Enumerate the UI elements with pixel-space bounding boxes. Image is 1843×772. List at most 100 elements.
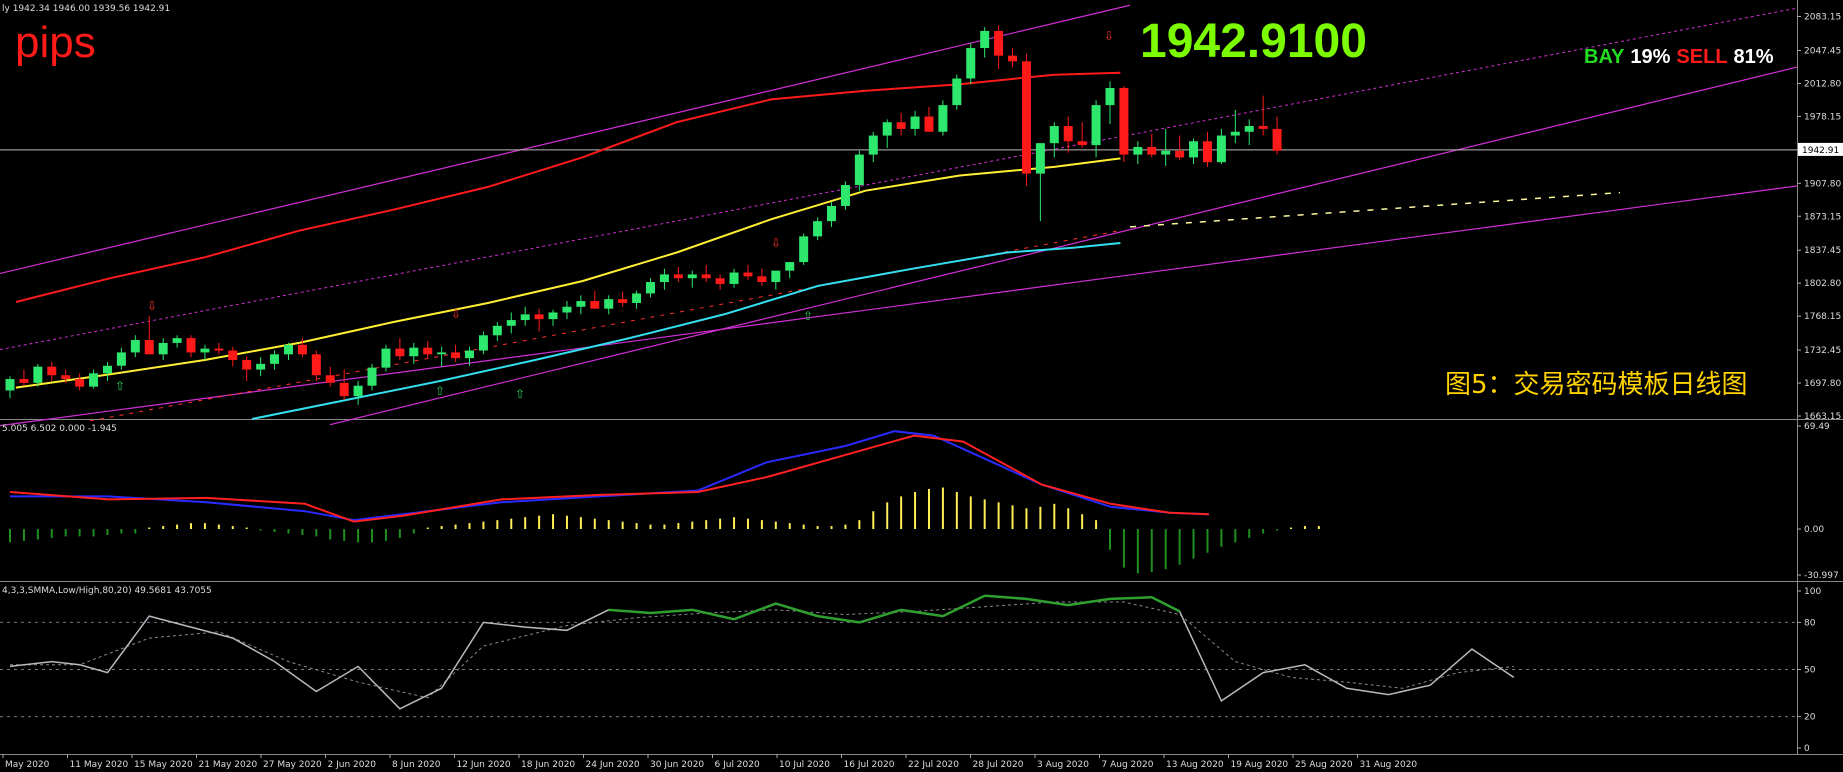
ema-cyan-line bbox=[251, 242, 1121, 420]
candle-body bbox=[632, 293, 642, 303]
stoch-signal-line bbox=[10, 601, 1514, 699]
candle-body bbox=[1272, 128, 1282, 151]
current-price-display: 1942.9100 bbox=[1140, 15, 1367, 68]
time-tick-label: 7 Aug 2020 bbox=[1102, 760, 1154, 770]
stoch-overbought-segment bbox=[859, 608, 902, 624]
sell-label: SELL bbox=[1676, 46, 1728, 68]
figure-caption: 图5：交易密码模板日线图 bbox=[1445, 370, 1748, 400]
candle-body bbox=[576, 301, 586, 307]
candle-body bbox=[339, 382, 349, 397]
candle-body bbox=[757, 276, 767, 283]
time-tick-label: 16 Jul 2020 bbox=[844, 760, 895, 770]
time-tick-label: 30 Jun 2020 bbox=[650, 760, 704, 770]
candle-body bbox=[1244, 126, 1254, 132]
stoch-overbought-segment bbox=[1151, 596, 1181, 613]
candle-body bbox=[437, 352, 447, 355]
candle-body bbox=[938, 105, 948, 132]
time-tick-label: 3 Aug 2020 bbox=[1037, 760, 1089, 770]
candle-body bbox=[1147, 146, 1157, 155]
signal-arrow-icon: ⇩ bbox=[451, 307, 461, 321]
candle-body bbox=[186, 338, 196, 353]
price-tick-label: 1802.80 bbox=[1804, 279, 1841, 289]
stoch-overbought-segment bbox=[942, 594, 986, 618]
price-tick-label: 1732.45 bbox=[1804, 346, 1841, 356]
candle-body bbox=[840, 185, 850, 206]
candle-body bbox=[1258, 126, 1268, 129]
candle-body bbox=[827, 205, 837, 222]
candle-body bbox=[33, 366, 43, 383]
price-header: ly 1942.34 1946.00 1939.56 1942.91 bbox=[2, 4, 171, 14]
candle-body bbox=[228, 350, 238, 361]
candle-body bbox=[1202, 141, 1212, 163]
candle-body bbox=[771, 270, 781, 283]
time-tick-label: 24 Jun 2020 bbox=[586, 760, 640, 770]
candle-body bbox=[673, 274, 683, 279]
time-tick-label: 11 May 2020 bbox=[70, 760, 129, 770]
candle-body bbox=[1175, 150, 1185, 158]
time-tick-label: 25 Aug 2020 bbox=[1295, 760, 1353, 770]
candle-body bbox=[75, 379, 85, 387]
candle-body bbox=[868, 135, 878, 155]
candle-body bbox=[353, 385, 363, 397]
candle-body bbox=[1189, 141, 1199, 158]
candle-body bbox=[214, 348, 224, 351]
candle-body bbox=[729, 272, 739, 284]
signal-arrow-icon: ⇩ bbox=[147, 299, 157, 313]
candle-body bbox=[590, 301, 600, 309]
candle-body bbox=[130, 340, 140, 353]
sell-percent: 81% bbox=[1733, 46, 1774, 68]
time-tick-label: 8 Jun 2020 bbox=[392, 760, 441, 770]
candle-body bbox=[952, 78, 962, 106]
candle-body bbox=[158, 342, 168, 355]
price-tick-label: 1873.15 bbox=[1804, 212, 1841, 222]
candle-body bbox=[534, 314, 544, 320]
candle-body bbox=[994, 30, 1004, 56]
time-tick-label: 13 Aug 2020 bbox=[1166, 760, 1224, 770]
candle-body bbox=[367, 367, 377, 386]
signal-arrow-icon: ⇧ bbox=[803, 309, 813, 323]
candle-body bbox=[325, 375, 335, 383]
candle-body bbox=[464, 350, 474, 359]
candle-body bbox=[1105, 87, 1115, 106]
candle-body bbox=[813, 221, 823, 237]
stoch-overbought-segment bbox=[1109, 596, 1152, 601]
stoch-main-line bbox=[9, 594, 1515, 710]
candle-body bbox=[604, 299, 614, 309]
candle-body bbox=[854, 154, 864, 186]
time-tick-label: 19 Aug 2020 bbox=[1231, 760, 1289, 770]
candle-body bbox=[381, 348, 391, 368]
signal-arrow-icon: ⇩ bbox=[1104, 29, 1114, 43]
candle-body bbox=[423, 347, 433, 355]
candle-body bbox=[116, 352, 126, 366]
candle-body bbox=[1133, 146, 1143, 155]
time-tick-label: 15 May 2020 bbox=[134, 760, 193, 770]
time-tick-label: 28 Jul 2020 bbox=[973, 760, 1024, 770]
price-tick-label: 1663.15 bbox=[1804, 412, 1841, 422]
stoch-tick-label: 0 bbox=[1804, 744, 1810, 754]
price-tick-label: 1907.80 bbox=[1804, 179, 1841, 189]
price-tick-label: 1978.15 bbox=[1804, 112, 1841, 122]
candle-body bbox=[144, 340, 154, 355]
candle-body bbox=[283, 344, 293, 355]
time-tick-label: May 2020 bbox=[5, 760, 50, 770]
stoch-tick-label: 20 bbox=[1804, 713, 1816, 723]
time-tick-label: 10 Jul 2020 bbox=[779, 760, 830, 770]
price-tick-label: 1837.45 bbox=[1804, 246, 1841, 256]
candle-body bbox=[1035, 143, 1045, 174]
candle-body bbox=[882, 122, 892, 136]
candle-body bbox=[896, 122, 906, 129]
signal-arrow-icon: ⇧ bbox=[515, 387, 525, 401]
candle-body bbox=[799, 236, 809, 263]
macd-signal-line bbox=[10, 430, 1209, 522]
candle-body bbox=[270, 354, 280, 364]
candle-body bbox=[172, 338, 182, 343]
candle-body bbox=[910, 116, 920, 129]
candle-body bbox=[1216, 135, 1226, 163]
stoch-overbought-segment bbox=[608, 608, 651, 615]
candle-body bbox=[715, 278, 725, 284]
candle-body bbox=[200, 348, 210, 353]
candle-body bbox=[1063, 126, 1073, 142]
time-tick-label: 21 May 2020 bbox=[199, 760, 258, 770]
candle-body bbox=[687, 274, 697, 279]
signal-arrow-icon: ⇧ bbox=[435, 384, 445, 398]
